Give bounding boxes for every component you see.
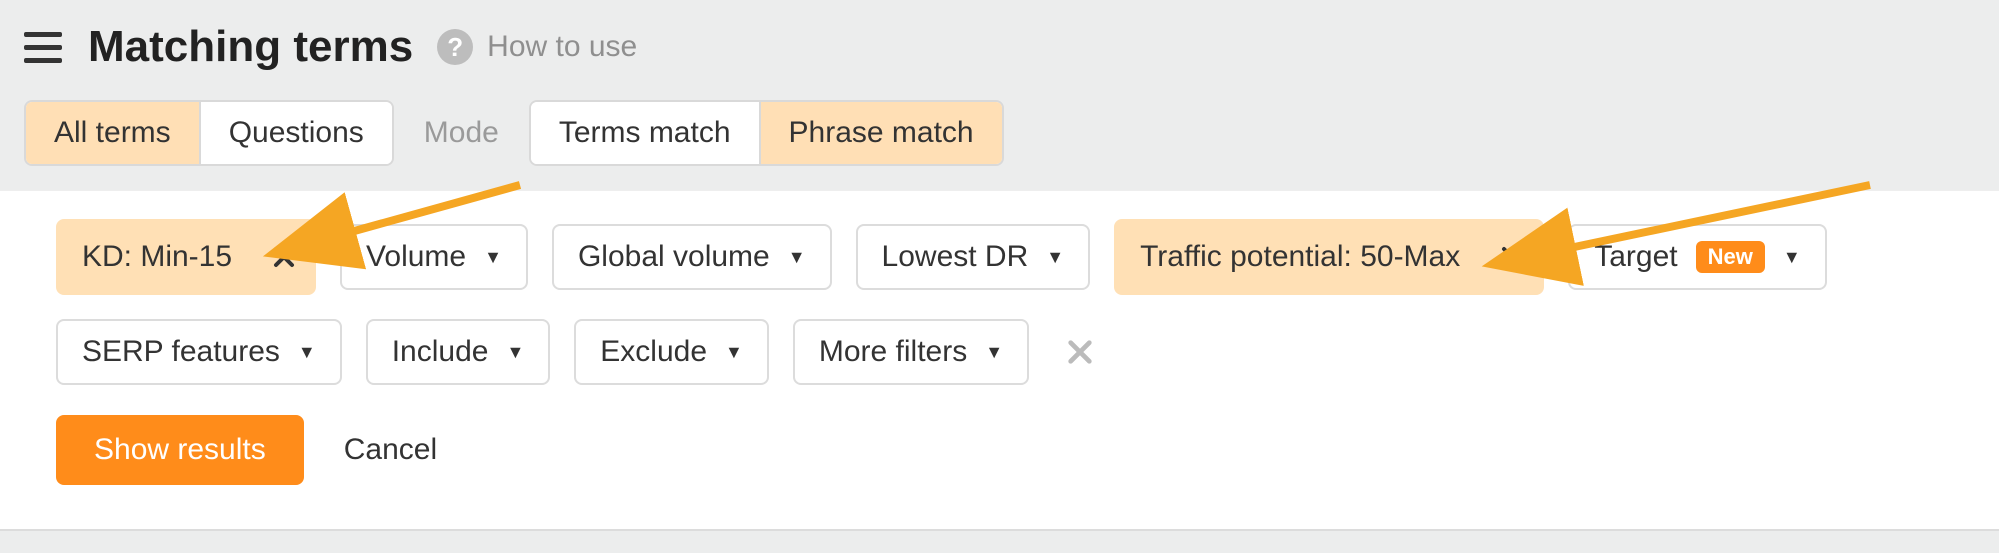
- filter-serp-features-label: SERP features: [82, 335, 280, 369]
- filter-kd[interactable]: KD: Min-15: [56, 219, 316, 295]
- terms-questions-segmented: All terms Questions: [24, 100, 394, 166]
- filter-volume[interactable]: Volume ▼: [340, 224, 528, 290]
- tab-phrase-match[interactable]: Phrase match: [761, 102, 1002, 164]
- chevron-down-icon: ▼: [1046, 247, 1064, 268]
- help-icon: ?: [437, 29, 473, 65]
- filter-exclude-label: Exclude: [600, 335, 707, 369]
- chevron-down-icon: ▼: [298, 342, 316, 363]
- chevron-down-icon: ▼: [484, 247, 502, 268]
- close-icon[interactable]: [1490, 235, 1534, 279]
- clear-filters-icon[interactable]: [1061, 333, 1099, 371]
- chevron-down-icon: ▼: [725, 342, 743, 363]
- filter-kd-label: KD: Min-15: [82, 240, 232, 274]
- filter-serp-features[interactable]: SERP features ▼: [56, 319, 342, 385]
- how-to-use-link[interactable]: ? How to use: [437, 29, 637, 65]
- filters-row-1: KD: Min-15 Volume ▼ Global volume ▼ Lowe…: [56, 219, 1943, 295]
- chevron-down-icon: ▼: [506, 342, 524, 363]
- page-title: Matching terms: [88, 22, 413, 72]
- filter-global-volume[interactable]: Global volume ▼: [552, 224, 832, 290]
- actions-row: Show results Cancel: [56, 415, 1943, 485]
- close-icon[interactable]: [262, 235, 306, 279]
- filter-target[interactable]: Target New ▼: [1568, 224, 1826, 290]
- tabs-row: All terms Questions Mode Terms match Phr…: [0, 82, 1999, 190]
- chevron-down-icon: ▼: [985, 342, 1003, 363]
- tab-questions[interactable]: Questions: [201, 102, 392, 164]
- match-mode-segmented: Terms match Phrase match: [529, 100, 1004, 166]
- tab-all-terms[interactable]: All terms: [26, 102, 201, 164]
- filter-global-volume-label: Global volume: [578, 240, 770, 274]
- filter-traffic-potential[interactable]: Traffic potential: 50-Max: [1114, 219, 1544, 295]
- filters-row-2: SERP features ▼ Include ▼ Exclude ▼ More…: [56, 319, 1943, 385]
- page-header: Matching terms ? How to use: [0, 0, 1999, 82]
- chevron-down-icon: ▼: [788, 247, 806, 268]
- tab-terms-match[interactable]: Terms match: [531, 102, 761, 164]
- cancel-button[interactable]: Cancel: [344, 433, 437, 467]
- show-results-button[interactable]: Show results: [56, 415, 304, 485]
- filter-volume-label: Volume: [366, 240, 466, 274]
- filter-lowest-dr[interactable]: Lowest DR ▼: [856, 224, 1091, 290]
- menu-icon[interactable]: [24, 27, 64, 67]
- filters-panel: KD: Min-15 Volume ▼ Global volume ▼ Lowe…: [0, 190, 1999, 531]
- filter-exclude[interactable]: Exclude ▼: [574, 319, 769, 385]
- filter-more-filters[interactable]: More filters ▼: [793, 319, 1029, 385]
- filter-include-label: Include: [392, 335, 489, 369]
- chevron-down-icon: ▼: [1783, 247, 1801, 268]
- filter-lowest-dr-label: Lowest DR: [882, 240, 1029, 274]
- filter-target-label: Target: [1594, 240, 1677, 274]
- mode-label: Mode: [424, 116, 499, 150]
- filter-include[interactable]: Include ▼: [366, 319, 551, 385]
- filter-more-filters-label: More filters: [819, 335, 967, 369]
- filter-traffic-potential-label: Traffic potential: 50-Max: [1140, 240, 1460, 274]
- how-to-use-label: How to use: [487, 30, 637, 64]
- new-badge: New: [1696, 241, 1765, 273]
